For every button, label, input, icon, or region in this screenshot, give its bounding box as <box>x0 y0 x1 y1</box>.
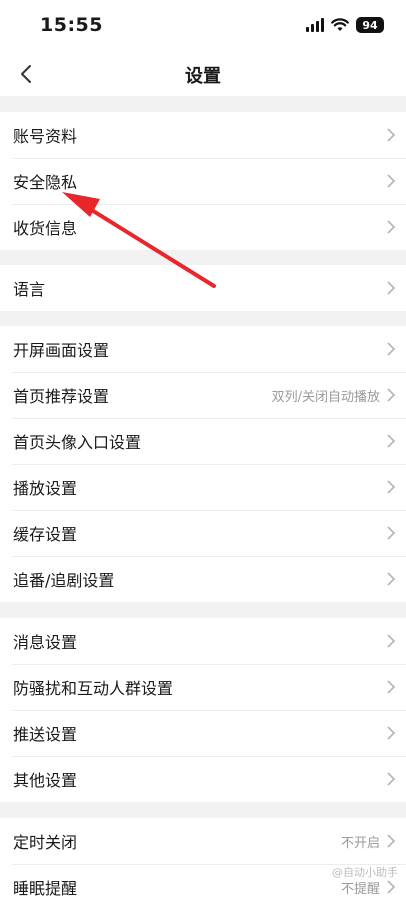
settings-row-home-recommend[interactable]: 首页推荐设置 双列/关闭自动播放 <box>0 372 406 418</box>
settings-row-security-privacy[interactable]: 安全隐私 <box>0 158 406 204</box>
row-label: 首页头像入口设置 <box>13 433 142 452</box>
chevron-right-icon <box>387 281 396 295</box>
chevron-right-icon <box>387 880 396 894</box>
row-label: 追番/追剧设置 <box>13 571 115 590</box>
chevron-right-icon <box>387 726 396 740</box>
settings-row-splash-screen[interactable]: 开屏画面设置 <box>0 326 406 372</box>
row-label: 首页推荐设置 <box>13 387 110 406</box>
row-label: 播放设置 <box>13 479 78 498</box>
status-bar: 15:55 94 <box>0 0 406 52</box>
chevron-right-icon <box>387 388 396 402</box>
chevron-right-icon <box>387 634 396 648</box>
chevron-right-icon <box>387 572 396 586</box>
row-label: 缓存设置 <box>13 525 78 544</box>
settings-row-playback[interactable]: 播放设置 <box>0 464 406 510</box>
settings-row-home-avatar-entry[interactable]: 首页头像入口设置 <box>0 418 406 464</box>
row-label: 账号资料 <box>13 127 78 146</box>
settings-row-language[interactable]: 语言 <box>0 265 406 311</box>
settings-row-cache[interactable]: 缓存设置 <box>0 510 406 556</box>
row-label: 安全隐私 <box>13 173 78 192</box>
settings-group-notifications: 消息设置 防骚扰和互动人群设置 推送设置 其他设置 <box>0 618 406 802</box>
row-label: 消息设置 <box>13 633 78 652</box>
chevron-right-icon <box>387 680 396 694</box>
wifi-icon <box>331 18 349 31</box>
settings-group-display: 开屏画面设置 首页推荐设置 双列/关闭自动播放 首页头像入口设置 播放设置 缓存… <box>0 326 406 602</box>
settings-row-anti-harassment[interactable]: 防骚扰和互动人群设置 <box>0 664 406 710</box>
status-icons: 94 <box>306 16 384 34</box>
watermark: @自动小助手 <box>332 866 398 879</box>
row-label: 定时关闭 <box>13 833 78 852</box>
chevron-right-icon <box>387 480 396 494</box>
chevron-right-icon <box>387 772 396 786</box>
row-label: 收货信息 <box>13 219 78 238</box>
signal-icon <box>306 18 324 32</box>
row-value: 不提醒 <box>340 881 380 897</box>
chevron-right-icon <box>387 834 396 848</box>
settings-group-language: 语言 <box>0 265 406 311</box>
settings-row-shipping-info[interactable]: 收货信息 <box>0 204 406 250</box>
row-label: 开屏画面设置 <box>13 341 110 360</box>
settings-row-other[interactable]: 其他设置 <box>0 756 406 802</box>
page-title: 设置 <box>185 66 221 87</box>
row-label: 睡眠提醒 <box>13 879 78 898</box>
chevron-right-icon <box>387 434 396 448</box>
row-label: 其他设置 <box>13 771 78 790</box>
settings-row-messages[interactable]: 消息设置 <box>0 618 406 664</box>
nav-bar: 设置 <box>0 52 406 96</box>
chevron-right-icon <box>387 128 396 142</box>
row-value: 双列/关闭自动播放 <box>271 389 380 405</box>
chevron-right-icon <box>387 342 396 356</box>
row-value: 不开启 <box>340 835 380 851</box>
battery-icon: 94 <box>356 17 384 33</box>
settings-row-timer-off[interactable]: 定时关闭 不开启 <box>0 818 406 864</box>
status-time: 15:55 <box>40 14 103 36</box>
settings-group-account: 账号资料 安全隐私 收货信息 <box>0 112 406 250</box>
settings-row-push[interactable]: 推送设置 <box>0 710 406 756</box>
settings-row-account-profile[interactable]: 账号资料 <box>0 112 406 158</box>
chevron-right-icon <box>387 526 396 540</box>
row-label: 推送设置 <box>13 725 78 744</box>
chevron-right-icon <box>387 174 396 188</box>
row-label: 语言 <box>13 280 46 299</box>
chevron-right-icon <box>387 220 396 234</box>
row-label: 防骚扰和互动人群设置 <box>13 679 174 698</box>
settings-row-follow-series[interactable]: 追番/追剧设置 <box>0 556 406 602</box>
